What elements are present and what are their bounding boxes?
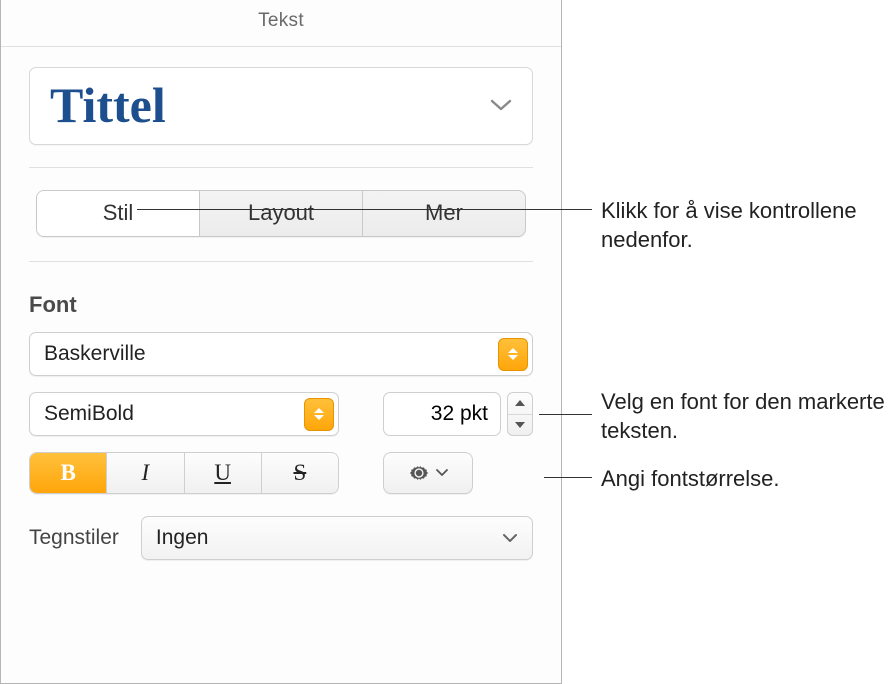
chevron-down-icon [515, 422, 525, 428]
divider [29, 167, 533, 168]
chevron-down-icon [490, 98, 512, 112]
annotation-leader [137, 209, 592, 210]
italic-button[interactable]: I [107, 453, 184, 493]
paragraph-style-name: Tittel [50, 80, 166, 130]
tab-layout[interactable]: Layout [200, 191, 363, 236]
font-section-label: Font [29, 292, 533, 318]
character-style-select[interactable]: Ingen [141, 516, 533, 560]
font-typeface-select[interactable]: SemiBold [29, 392, 339, 436]
divider [29, 261, 533, 262]
annotation-leader [539, 414, 592, 415]
strikethrough-button[interactable]: S [262, 453, 338, 493]
inspector-tabs: Stil Layout Mer [36, 190, 526, 237]
font-size-stepper [507, 392, 533, 436]
updown-caret-icon [304, 398, 334, 431]
updown-caret-icon [498, 338, 528, 371]
font-size-input[interactable]: 32 pkt [383, 392, 501, 436]
text-inspector-panel: Tekst Tittel Stil Layout Mer Font Basker… [0, 0, 562, 684]
chevron-down-icon [436, 469, 448, 477]
text-format-group: B I U S [29, 452, 339, 494]
annotation-leader [544, 477, 592, 478]
underline-button[interactable]: U [185, 453, 262, 493]
tab-stil[interactable]: Stil [37, 191, 200, 236]
tab-mer[interactable]: Mer [363, 191, 525, 236]
stepper-down-button[interactable] [508, 415, 532, 436]
annotation-tabs: Klikk for å vise kontrollene nedenfor. [601, 197, 894, 254]
character-styles-label: Tegnstiler [29, 526, 119, 550]
bold-button[interactable]: B [30, 453, 107, 493]
font-family-select[interactable]: Baskerville [29, 332, 533, 376]
font-typeface-value: SemiBold [44, 402, 134, 426]
character-style-value: Ingen [156, 526, 209, 550]
panel-title: Tekst [1, 0, 561, 47]
chevron-down-icon [502, 533, 518, 543]
paragraph-style-selector[interactable]: Tittel [29, 67, 533, 145]
advanced-options-button[interactable] [383, 452, 473, 494]
font-size-group: 32 pkt [383, 392, 533, 436]
font-family-value: Baskerville [44, 342, 146, 366]
annotation-font: Velg en font for den markerte teksten. [601, 388, 894, 445]
annotation-size: Angi fontstørrelse. [601, 465, 780, 494]
font-size-value: 32 pkt [431, 402, 488, 426]
gear-icon [408, 462, 430, 484]
stepper-up-button[interactable] [508, 393, 532, 415]
chevron-up-icon [515, 400, 525, 406]
